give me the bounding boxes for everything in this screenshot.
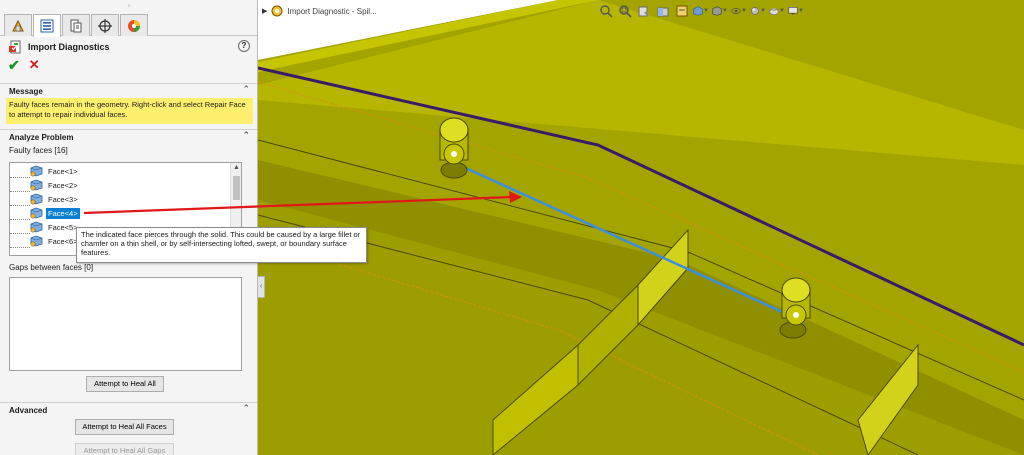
hide-show-items-icon: [731, 8, 741, 14]
document-tab-label: Import Diagnostic - Spil...: [287, 6, 377, 16]
panel-grip[interactable]: ◦: [0, 0, 257, 12]
zoom-to-fit-icon: [600, 5, 613, 18]
document-tab[interactable]: ▶ Import Diagnostic - Spil...: [262, 4, 377, 18]
face-icon: [30, 179, 43, 191]
tab-feature-manager[interactable]: [4, 14, 32, 36]
zoom-to-area-icon: [619, 5, 632, 18]
section-label: Analyze Problem: [9, 133, 74, 142]
apply-scene-button[interactable]: ▼: [769, 3, 785, 19]
message-section-header[interactable]: Message ⌃: [0, 83, 257, 97]
previous-view-button[interactable]: [636, 3, 652, 19]
boss-left: [439, 117, 469, 179]
previous-view-icon: [638, 6, 648, 17]
configuration-manager-icon: [70, 19, 82, 32]
section-view-button[interactable]: [655, 3, 671, 19]
tab-configuration-manager[interactable]: [62, 14, 90, 36]
tree-connector: [10, 164, 30, 178]
heal-all-faces-button[interactable]: Attempt to Heal All Faces: [75, 419, 174, 435]
zoom-to-fit-button[interactable]: [598, 3, 614, 19]
view-orientation-icon: [693, 6, 703, 16]
face-list-item[interactable]: Face<6>: [10, 234, 80, 248]
tab-display-manager[interactable]: [120, 14, 148, 36]
analyze-section-header[interactable]: Analyze Problem ⌃: [0, 129, 257, 143]
collapse-chevron-icon[interactable]: ⌃: [242, 403, 250, 414]
collapse-chevron-icon[interactable]: ⌃: [242, 130, 250, 141]
scroll-thumb[interactable]: [233, 176, 240, 200]
apply-scene-icon: [769, 7, 779, 15]
view-settings-icon: [788, 7, 798, 15]
diagnostic-tooltip: The indicated face pierces through the s…: [76, 227, 367, 263]
display-style-icon: [712, 6, 722, 16]
collapse-chevron-icon[interactable]: ⌃: [242, 84, 250, 95]
manager-tabs: [0, 12, 257, 37]
heads-up-toolbar: ▼ ▼ ▼ ▼ ▼ ▼: [598, 2, 804, 20]
face-icon: [30, 221, 43, 233]
property-manager-icon: [40, 19, 54, 33]
edit-appearance-button[interactable]: ▼: [750, 3, 766, 19]
face-label: Face<3>: [48, 194, 78, 204]
dynamic-annotation-button[interactable]: [674, 3, 690, 19]
expand-tree-icon[interactable]: ▶: [262, 7, 267, 15]
tree-connector: [10, 178, 30, 192]
cancel-button[interactable]: ✕: [29, 58, 40, 72]
view-settings-button[interactable]: ▼: [788, 3, 804, 19]
part-icon: [271, 5, 283, 17]
confirm-row: ✔ ✕: [8, 58, 40, 73]
face-list-item[interactable]: Face<3>: [10, 192, 80, 206]
face-label: Face<1>: [48, 166, 78, 176]
section-label: Message: [9, 87, 43, 96]
face-icon: [30, 165, 43, 177]
gaps-label: Gaps between faces [0]: [9, 263, 94, 272]
ok-button[interactable]: ✔: [8, 58, 20, 72]
boss-right: [779, 277, 811, 339]
tab-dimxpert-manager[interactable]: [91, 14, 119, 36]
dimxpert-icon: [98, 18, 112, 33]
heal-all-button[interactable]: Attempt to Heal All: [86, 376, 164, 392]
tab-property-manager[interactable]: [33, 14, 61, 37]
help-button[interactable]: ?: [238, 40, 250, 52]
tree-connector: [10, 206, 30, 220]
feature-manager-icon: [12, 19, 24, 31]
face-label: Face<6>: [48, 236, 78, 246]
model-view[interactable]: [258, 0, 1024, 455]
tree-connector: [10, 192, 30, 206]
page-title: Import Diagnostics: [28, 42, 110, 52]
dynamic-annotation-icon: [676, 5, 688, 17]
scroll-up-icon[interactable]: ▲: [233, 164, 240, 171]
message-text: Faulty faces remain in the geometry. Rig…: [6, 98, 253, 124]
tree-connector: [10, 220, 30, 234]
display-style-button[interactable]: ▼: [712, 3, 728, 19]
panel-title-row: Import Diagnostics ?: [8, 39, 250, 55]
panel-collapse-handle[interactable]: ‹: [257, 276, 265, 298]
face-list-item[interactable]: Face<5>: [10, 220, 80, 234]
heal-all-gaps-button[interactable]: Attempt to Heal All Gaps: [75, 443, 174, 455]
face-icon: [30, 207, 43, 219]
face-label: Face<2>: [48, 180, 78, 190]
section-label: Advanced: [9, 406, 48, 415]
face-icon: [30, 235, 43, 247]
advanced-section-header[interactable]: Advanced ⌃: [0, 402, 257, 416]
face-list-item[interactable]: Face<1>: [10, 164, 80, 178]
face-label: Face<5>: [48, 222, 78, 232]
faulty-faces-label: Faulty faces [16]: [9, 146, 68, 155]
section-view-icon: [657, 7, 669, 17]
hide-show-items-button[interactable]: ▼: [731, 3, 747, 19]
import-diagnostics-icon: [9, 40, 21, 54]
display-manager-icon: [128, 19, 140, 32]
view-orientation-button[interactable]: ▼: [693, 3, 709, 19]
face-icon: [30, 193, 43, 205]
gaps-list[interactable]: [9, 277, 242, 371]
graphics-viewport[interactable]: ▶ Import Diagnostic - Spil... ▼ ▼ ▼ ▼ ▼ …: [258, 0, 1024, 455]
edit-appearance-icon: [751, 7, 759, 15]
face-list-item[interactable]: Face<4>: [10, 206, 80, 220]
face-list-item[interactable]: Face<2>: [10, 178, 80, 192]
face-label: Face<4>: [46, 207, 80, 219]
tree-connector: [10, 234, 30, 248]
zoom-to-area-button[interactable]: [617, 3, 633, 19]
